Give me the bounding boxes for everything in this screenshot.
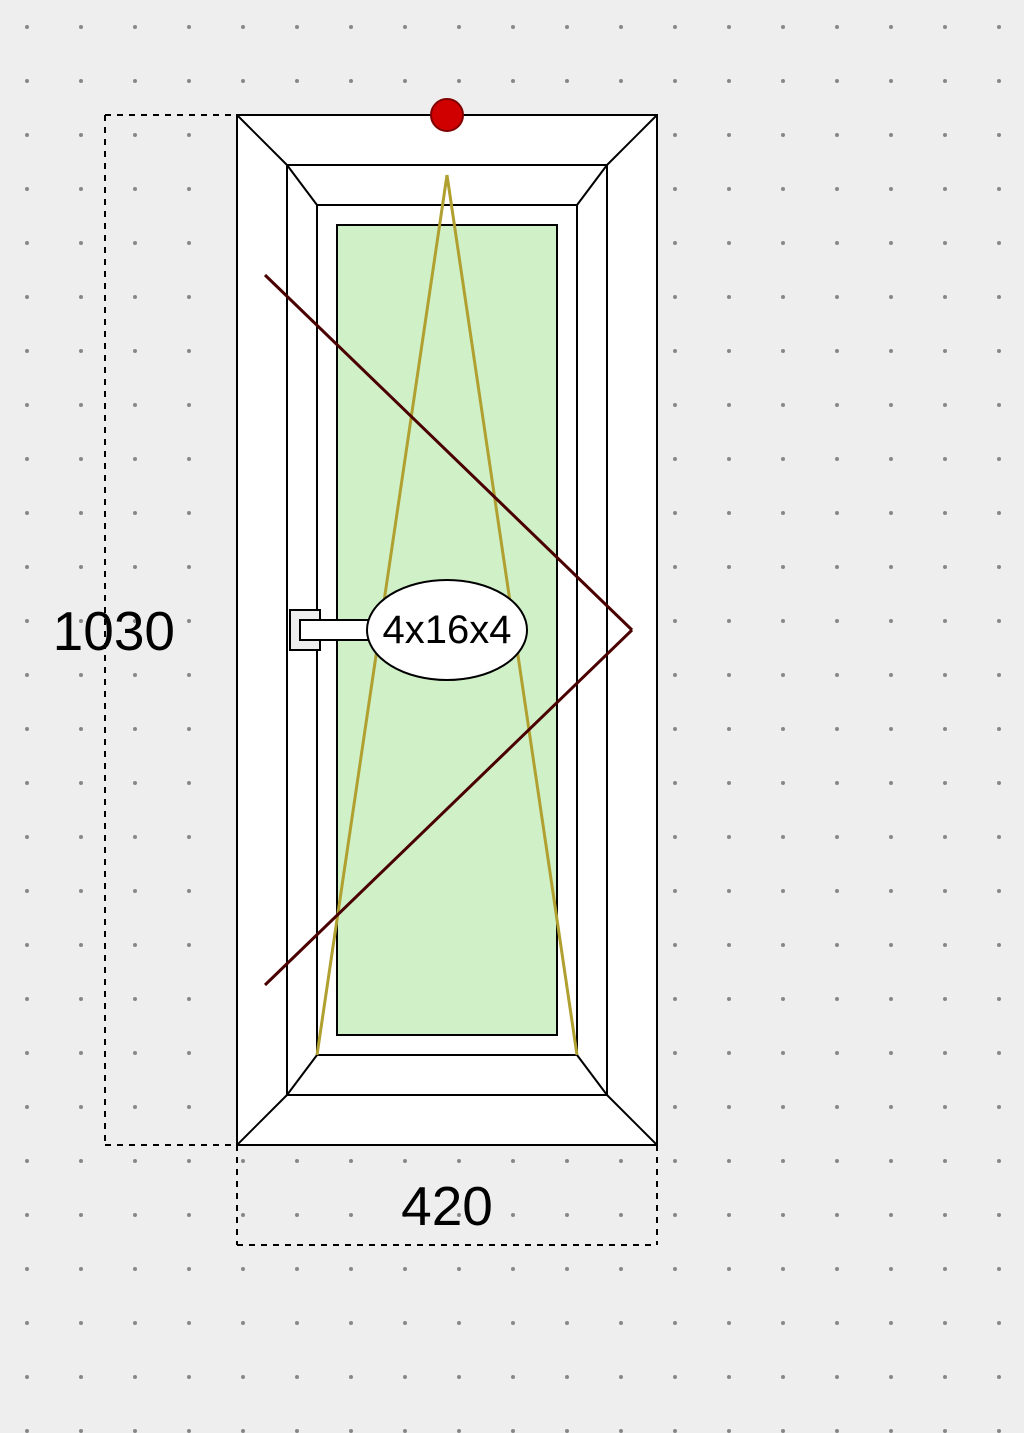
glazing-spec-label: 4x16x4 <box>383 608 512 652</box>
window-diagram: 4x16x4 1030 420 <box>0 0 1024 1433</box>
top-marker-icon <box>431 99 463 131</box>
dim-width-value: 420 <box>401 1175 493 1237</box>
dim-height-value: 1030 <box>53 600 175 662</box>
